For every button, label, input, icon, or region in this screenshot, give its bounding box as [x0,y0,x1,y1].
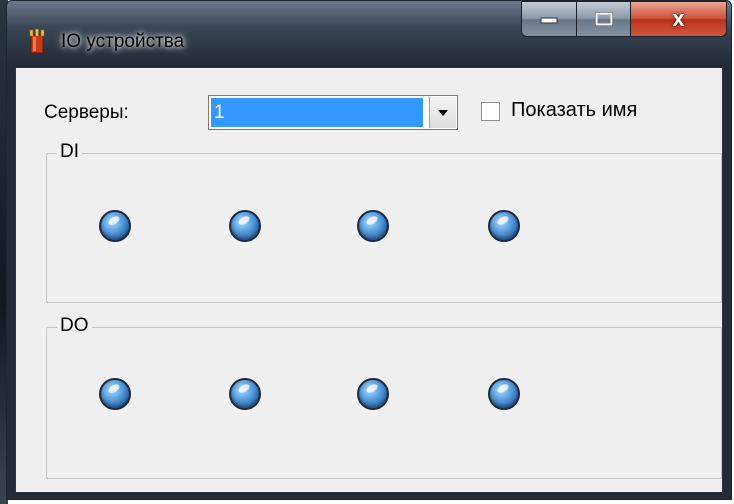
maximize-button[interactable] [577,1,631,37]
servers-dropdown-button[interactable] [429,97,456,128]
minimize-icon [540,17,558,24]
do-group: DO [46,315,722,479]
di-indicator-4-icon [488,210,520,242]
servers-select[interactable]: 1 [208,95,458,130]
do-indicator-1-icon [99,378,131,410]
maximize-icon [594,12,613,26]
window-title: IO устройства [61,31,185,52]
di-group: DI [46,141,722,303]
client-area: Серверы: 1 Показать имя DI DO [15,67,723,493]
di-group-legend: DI [57,141,82,163]
minimize-button[interactable] [521,1,577,37]
io-devices-window: IO устройства x Серверы: 1 Показать имя … [6,0,732,500]
servers-label: Серверы: [44,102,129,123]
app-icon [29,29,45,54]
do-group-legend: DO [57,315,92,337]
do-indicator-4-icon [488,378,520,410]
close-button[interactable]: x [631,1,727,37]
chevron-down-icon [438,109,448,116]
show-name-label[interactable]: Показать имя [511,99,637,122]
do-indicator-2-icon [229,378,261,410]
di-indicator-1-icon [99,210,131,242]
close-icon: x [672,6,685,31]
show-name-checkbox[interactable] [481,102,500,121]
di-indicator-2-icon [229,210,261,242]
di-indicator-3-icon [357,210,389,242]
caption-buttons: x [521,1,727,39]
title-bar[interactable]: IO устройства x [7,1,731,67]
do-indicator-3-icon [357,378,389,410]
servers-select-value: 1 [211,98,423,127]
